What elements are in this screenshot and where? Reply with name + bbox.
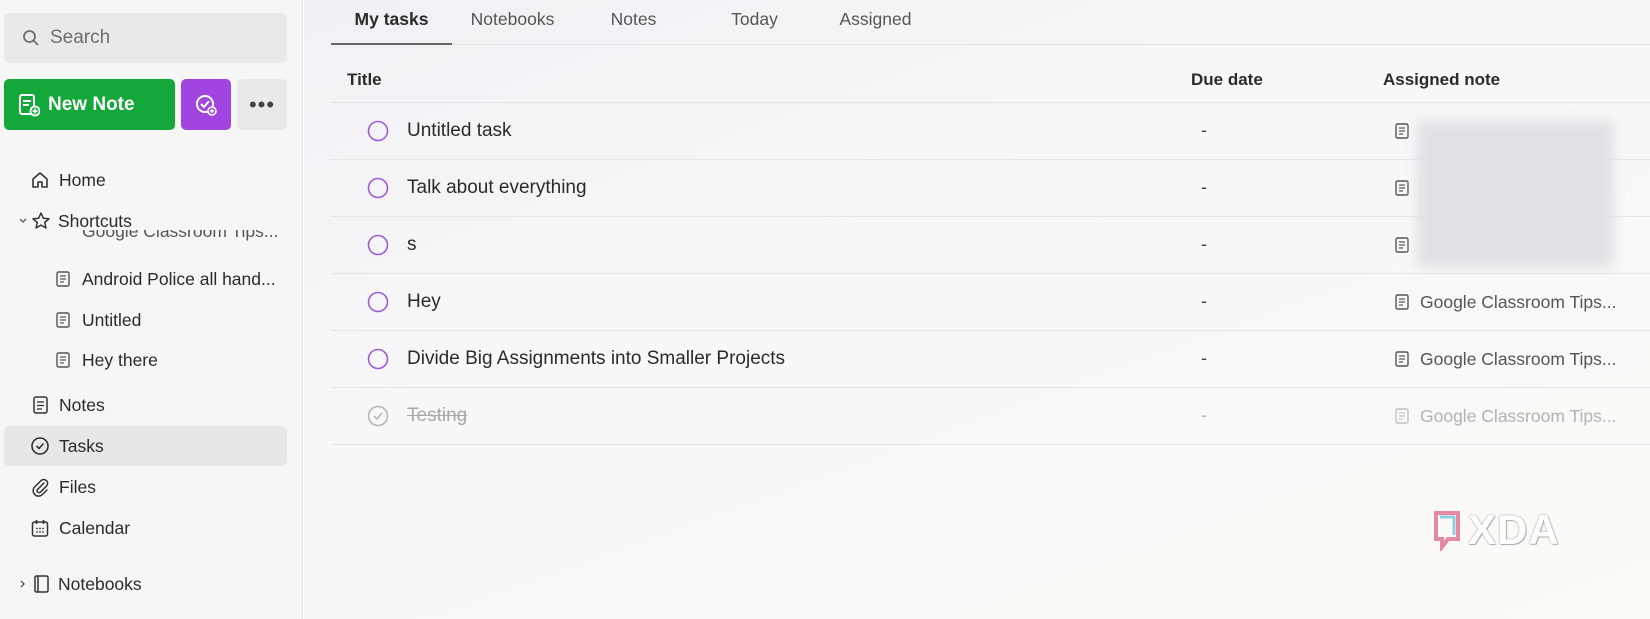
- notes-icon: [33, 396, 48, 414]
- sidebar-item-label: Calendar: [59, 517, 131, 538]
- table-row[interactable]: Hey - Google Classroom Tips...: [331, 274, 1650, 331]
- note-icon: [1395, 408, 1409, 424]
- column-header-title[interactable]: Title: [347, 70, 382, 90]
- tasks-icon: [31, 437, 49, 455]
- star-icon: [32, 212, 50, 229]
- assigned-note-title[interactable]: Google Classroom Tips...: [1420, 406, 1616, 427]
- tab-notebooks[interactable]: Notebooks: [452, 9, 573, 45]
- task-title[interactable]: Testing: [407, 405, 467, 427]
- calendar-icon: [31, 520, 49, 537]
- shortcut-item-label: Hey there: [82, 349, 158, 370]
- new-note-label: New Note: [48, 93, 135, 115]
- shortcut-item-label: Android Police all hand...: [82, 268, 276, 289]
- tab-assigned[interactable]: Assigned: [815, 9, 936, 45]
- column-header-due-date[interactable]: Due date: [1191, 70, 1263, 90]
- sidebar-item-label: Shortcuts: [58, 210, 132, 231]
- task-due-date[interactable]: -: [1201, 348, 1207, 369]
- note-icon: [56, 271, 70, 287]
- shortcut-item[interactable]: Hey there: [4, 340, 287, 380]
- note-icon: [56, 312, 70, 328]
- tab-bar: My tasks Notebooks Notes Today Assigned: [331, 0, 1650, 45]
- task-due-date[interactable]: -: [1201, 120, 1207, 141]
- more-icon: •••: [248, 91, 276, 117]
- task-due-date[interactable]: -: [1201, 405, 1207, 426]
- sidebar-item-files[interactable]: Files: [4, 467, 287, 507]
- note-icon: [1395, 294, 1409, 310]
- assigned-note-title[interactable]: Google Classroom Tips...: [1420, 292, 1616, 313]
- sidebar-item-label: Notes: [59, 394, 105, 415]
- task-title[interactable]: Divide Big Assignments into Smaller Proj…: [407, 348, 785, 370]
- sidebar-item-tasks[interactable]: Tasks: [4, 426, 287, 466]
- column-header-assigned-note[interactable]: Assigned note: [1383, 70, 1500, 90]
- sidebar-item-label: Home: [59, 169, 106, 190]
- tab-notes[interactable]: Notes: [573, 9, 694, 45]
- new-note-icon: [19, 93, 40, 116]
- task-checkbox[interactable]: [367, 291, 389, 313]
- sidebar: Search New Note ••• Home Shortcuts Googl…: [0, 0, 303, 619]
- tab-my-tasks[interactable]: My tasks: [331, 9, 452, 45]
- note-icon: [56, 352, 70, 368]
- task-title[interactable]: Untitled task: [407, 120, 512, 142]
- watermark-text: XDA: [1468, 506, 1560, 553]
- task-checkbox[interactable]: [367, 234, 389, 256]
- notebook-icon: [34, 575, 49, 593]
- sidebar-item-label: Files: [59, 476, 96, 497]
- shortcut-item[interactable]: Google Classroom Tips...: [4, 230, 287, 248]
- home-icon: [32, 172, 48, 188]
- shortcut-item[interactable]: Untitled: [4, 300, 287, 340]
- task-checkbox[interactable]: [367, 120, 389, 142]
- task-due-date[interactable]: -: [1201, 291, 1207, 312]
- sidebar-item-label: Tasks: [59, 435, 104, 456]
- note-icon: [1395, 237, 1409, 253]
- task-checkbox[interactable]: [367, 348, 389, 370]
- search-placeholder: Search: [50, 27, 111, 48]
- xda-watermark: XDA: [1430, 506, 1560, 554]
- task-due-date[interactable]: -: [1201, 234, 1207, 255]
- task-title[interactable]: s: [407, 234, 417, 256]
- task-title[interactable]: Hey: [407, 291, 441, 313]
- paperclip-icon: [32, 478, 49, 497]
- shortcut-item-label: Untitled: [82, 309, 142, 330]
- shortcut-item[interactable]: Android Police all hand...: [4, 259, 287, 299]
- task-title[interactable]: Talk about everything: [407, 177, 587, 199]
- new-note-button[interactable]: New Note: [4, 79, 175, 130]
- new-task-icon: [196, 94, 217, 116]
- search-input[interactable]: Search: [4, 13, 287, 63]
- table-row[interactable]: Divide Big Assignments into Smaller Proj…: [331, 331, 1650, 388]
- sidebar-item-home[interactable]: Home: [4, 160, 287, 200]
- shortcut-item-label: Google Classroom Tips...: [82, 230, 279, 241]
- sidebar-item-notebooks[interactable]: Notebooks: [4, 564, 287, 604]
- task-checkbox[interactable]: [367, 177, 389, 199]
- note-icon: [1395, 180, 1409, 196]
- new-task-button[interactable]: [181, 79, 231, 130]
- task-due-date[interactable]: -: [1201, 177, 1207, 198]
- note-icon: [1395, 123, 1409, 139]
- xda-logo-icon: [1434, 511, 1460, 551]
- sidebar-item-notes[interactable]: Notes: [4, 385, 287, 425]
- search-icon: [23, 30, 39, 46]
- chevron-right-icon[interactable]: [16, 577, 30, 591]
- table-row[interactable]: Testing - Google Classroom Tips...: [331, 388, 1650, 445]
- chevron-down-icon[interactable]: [16, 214, 30, 228]
- task-checkbox-checked[interactable]: [367, 405, 389, 427]
- tab-today[interactable]: Today: [694, 9, 815, 45]
- assigned-note-title[interactable]: Google Classroom Tips...: [1420, 349, 1616, 370]
- sidebar-item-calendar[interactable]: Calendar: [4, 508, 287, 548]
- sidebar-item-label: Notebooks: [58, 573, 142, 594]
- note-icon: [1395, 351, 1409, 367]
- more-options-button[interactable]: •••: [237, 79, 287, 130]
- blurred-note-titles: [1416, 120, 1614, 268]
